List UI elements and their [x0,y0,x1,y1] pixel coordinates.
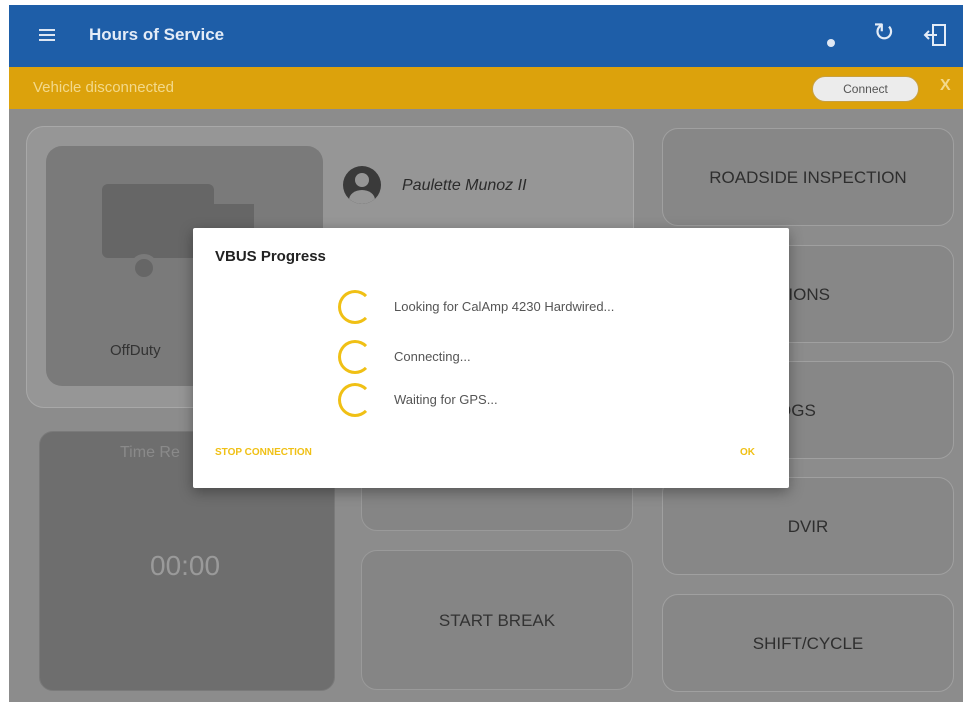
dvir-label: DVIR [787,517,829,536]
shift-cycle-label: SHIFT/CYCLE [752,634,864,653]
options-label: TIONS [778,285,830,304]
refresh-icon[interactable]: ↻ [873,19,895,45]
stop-connection-button[interactable]: STOP CONNECTION [215,447,312,458]
banner-message: Vehicle disconnected [33,79,174,96]
logout-icon[interactable] [921,21,949,49]
dialog-title: VBUS Progress [215,248,326,265]
spinner-icon [338,290,372,324]
banner-close-button[interactable]: X [940,77,951,95]
vbus-progress-dialog: VBUS Progress Looking for CalAmp 4230 Ha… [193,228,789,488]
time-remaining-label: Time Re [120,444,180,461]
progress-step-text: Waiting for GPS... [394,392,498,407]
driver-avatar-icon [343,166,381,204]
bluetooth-icon [827,39,835,47]
spinner-icon [338,383,372,417]
app-root: Hours of Service ↻ Vehicle disconnected … [9,5,963,702]
shift-cycle-button[interactable]: SHIFT/CYCLE [662,594,954,692]
roadside-inspection-label: ROADSIDE INSPECTION [709,168,907,187]
logs-label: OGS [778,401,816,420]
spinner-icon [338,340,372,374]
connect-button[interactable]: Connect [812,76,919,102]
roadside-inspection-button[interactable]: ROADSIDE INSPECTION [662,128,954,226]
start-break-button[interactable]: START BREAK [361,550,633,690]
top-app-bar: Hours of Service ↻ [9,5,963,67]
connection-banner: Vehicle disconnected Connect X [9,67,963,109]
ok-button[interactable]: OK [740,447,755,458]
progress-step-text: Connecting... [394,349,471,364]
app-title: Hours of Service [89,25,225,44]
menu-icon[interactable] [39,29,55,43]
dvir-button[interactable]: DVIR [662,477,954,575]
duty-status-label: OffDuty [110,342,161,359]
time-remaining-value: 00:00 [150,550,221,581]
truck-wheel [130,254,158,282]
progress-step-text: Looking for CalAmp 4230 Hardwired... [394,299,615,314]
driver-name: Paulette Munoz II [402,177,527,194]
